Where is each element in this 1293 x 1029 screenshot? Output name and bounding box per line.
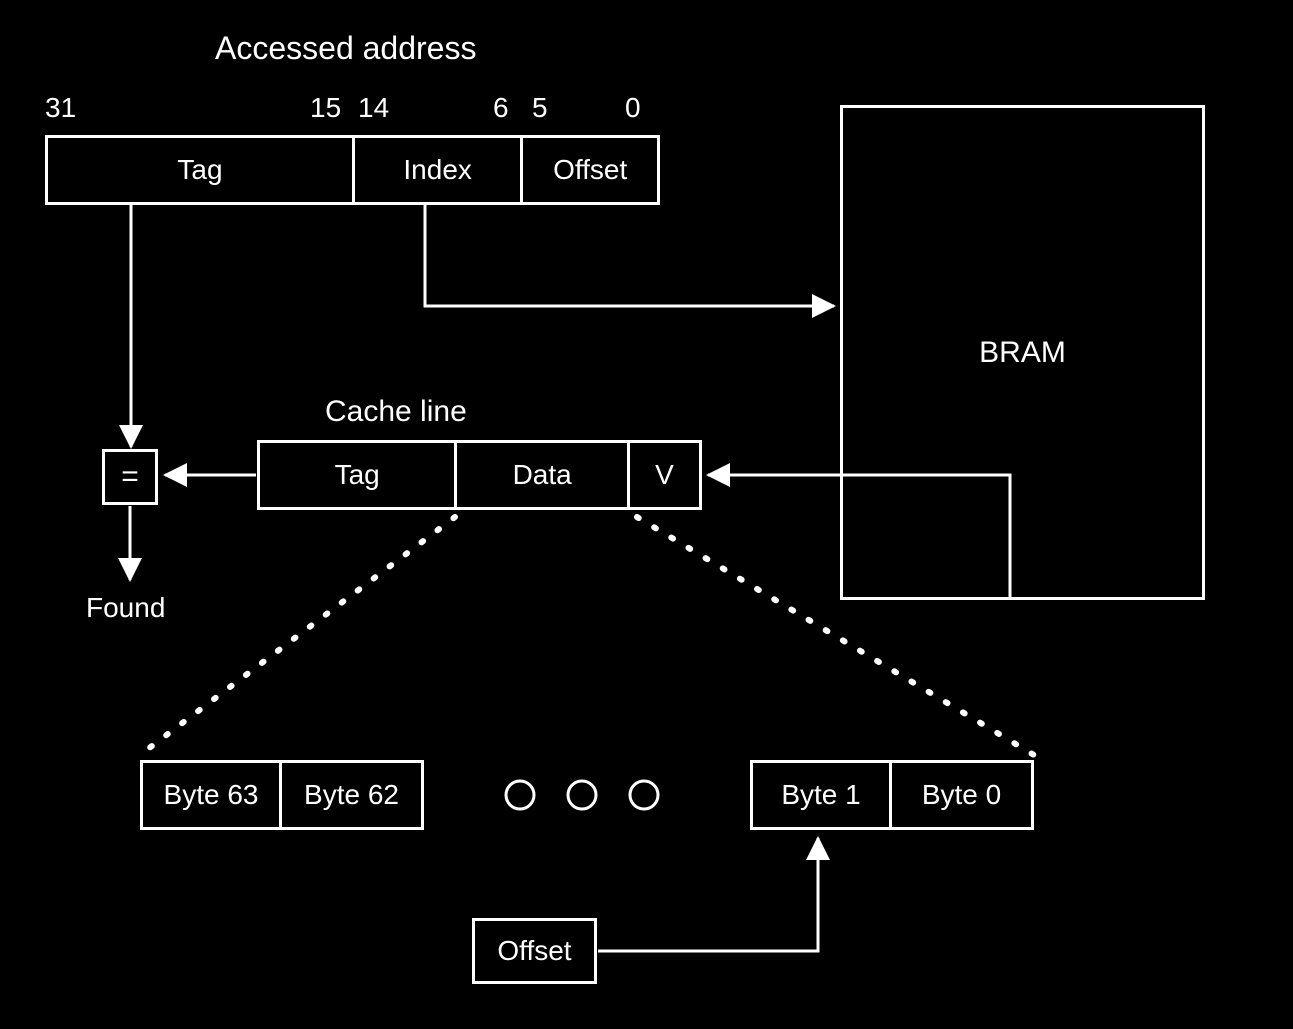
address-offset-label: Offset [553, 154, 627, 186]
comparator-label: = [121, 460, 139, 494]
byte-pair-high: Byte 63 Byte 62 [140, 760, 424, 830]
bit-pos-0: 0 [625, 92, 641, 124]
cache-line-row: Tag Data V [257, 440, 702, 510]
cacheline-tag-field: Tag [260, 443, 457, 507]
cacheline-data-field: Data [457, 443, 630, 507]
byte-pair-low: Byte 1 Byte 0 [750, 760, 1034, 830]
bram-box: BRAM [840, 105, 1205, 600]
byte-62: Byte 62 [282, 763, 421, 827]
found-label: Found [86, 592, 165, 624]
bit-pos-31: 31 [45, 92, 76, 124]
byte-1: Byte 1 [753, 763, 892, 827]
address-tag-label: Tag [177, 154, 222, 186]
arrow-index-to-bram [425, 205, 834, 306]
cacheline-tag-label: Tag [335, 459, 380, 491]
dotted-fan-left [140, 517, 455, 755]
comparator-box: = [102, 449, 158, 505]
cacheline-data-label: Data [513, 459, 572, 491]
accessed-address-title: Accessed address [215, 30, 476, 67]
address-tag-field: Tag [48, 138, 355, 202]
byte-0: Byte 0 [892, 763, 1031, 827]
byte-1-label: Byte 1 [781, 779, 860, 811]
byte-62-label: Byte 62 [304, 779, 399, 811]
bit-pos-6: 6 [493, 92, 509, 124]
arrow-offset-to-byte [598, 838, 818, 951]
offset-box: Offset [472, 918, 597, 984]
bram-label: BRAM [979, 336, 1066, 370]
byte-0-label: Byte 0 [922, 779, 1001, 811]
cacheline-v-label: V [655, 459, 674, 491]
address-row: Tag Index Offset [45, 135, 660, 205]
cacheline-v-field: V [630, 443, 699, 507]
address-index-label: Index [403, 154, 472, 186]
bit-pos-5: 5 [532, 92, 548, 124]
bit-pos-14: 14 [358, 92, 389, 124]
byte-63-label: Byte 63 [164, 779, 259, 811]
cache-diagram: Accessed address 31 15 14 6 5 0 Tag Inde… [0, 0, 1293, 1029]
ellipsis-dot-1 [506, 781, 534, 809]
bit-pos-15: 15 [310, 92, 341, 124]
offset-box-label: Offset [497, 935, 571, 967]
ellipsis-dot-3 [630, 781, 658, 809]
byte-63: Byte 63 [143, 763, 282, 827]
ellipsis-dot-2 [568, 781, 596, 809]
address-index-field: Index [355, 138, 523, 202]
cache-line-title: Cache line [325, 395, 467, 429]
address-offset-field: Offset [523, 138, 657, 202]
